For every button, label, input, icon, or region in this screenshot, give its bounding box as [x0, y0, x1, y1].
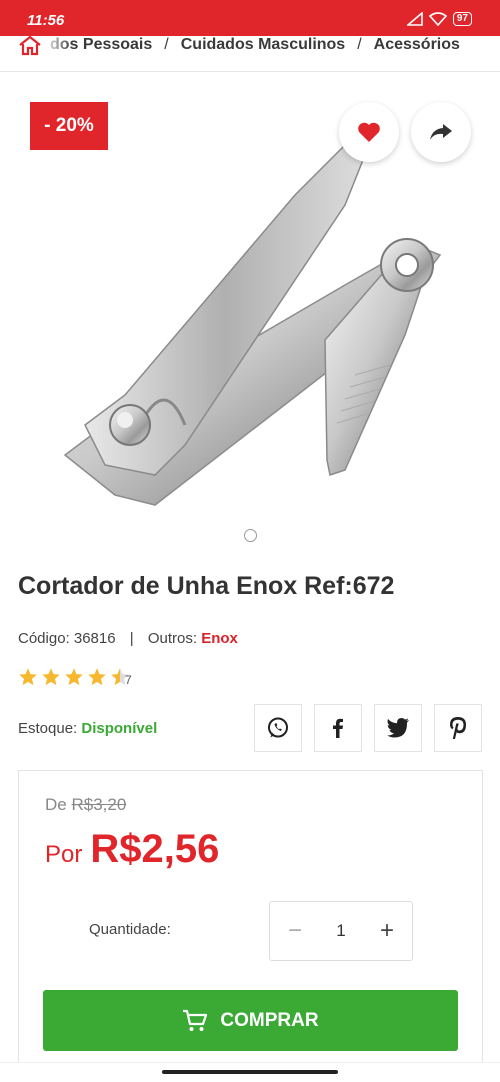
product-meta: Código: 36816 | Outros: Enox [18, 630, 238, 647]
signal-icon [406, 12, 423, 26]
buy-button[interactable]: COMPRAR [43, 990, 458, 1051]
share-twitter-button[interactable] [374, 704, 422, 752]
quantity-decrease-button[interactable]: − [284, 917, 306, 945]
stock-label: Estoque: [18, 720, 78, 737]
old-price-prefix: De [45, 795, 67, 814]
star-icon [19, 668, 37, 686]
share-icon [430, 124, 452, 140]
status-bar: 11:56 97 [0, 0, 500, 36]
battery-indicator: 97 [452, 12, 472, 26]
breadcrumb: dos Pessoais / Cuidados Masculinos / Ace… [0, 36, 500, 72]
others-label: Outros: [147, 630, 198, 647]
purchase-box: De R$3,20 Por R$2,56 Quantidade: − 1 + C… [18, 770, 483, 1082]
current-price-value: R$2,56 [90, 827, 220, 871]
whatsapp-icon [268, 717, 288, 738]
breadcrumb-item[interactable]: Acessórios [374, 36, 460, 54]
heart-icon [358, 122, 380, 142]
star-icon [42, 668, 60, 686]
product-title: Cortador de Unha Enox Ref:672 [18, 572, 395, 600]
current-price: Por R$2,56 [45, 827, 219, 872]
rating-stars[interactable]: 7 [18, 667, 132, 687]
home-gesture-handle[interactable] [162, 1070, 338, 1074]
breadcrumb-trail: dos Pessoais / Cuidados Masculinos / Ace… [50, 36, 460, 54]
breadcrumb-item[interactable]: Cuidados Masculinos [181, 36, 345, 54]
share-pinterest-button[interactable] [434, 704, 482, 752]
breadcrumb-separator: / [357, 36, 362, 53]
meta-divider: | [129, 630, 134, 647]
buy-button-label: COMPRAR [220, 1009, 319, 1031]
stock-info: Estoque: Disponível [18, 720, 157, 737]
status-icons: 97 [406, 12, 472, 26]
product-image [63, 143, 442, 506]
quantity-value[interactable]: 1 [336, 921, 345, 941]
breadcrumb-separator: / [164, 36, 169, 53]
stock-status: Disponível [81, 720, 158, 737]
wifi-icon [428, 12, 447, 26]
twitter-icon [387, 718, 409, 738]
star-icon [88, 668, 106, 686]
share-whatsapp-button[interactable] [254, 704, 302, 752]
share-facebook-button[interactable] [314, 704, 362, 752]
review-count: 7 [125, 673, 132, 687]
product-image-gallery[interactable]: - 20% [0, 80, 500, 550]
brand-link[interactable]: Enox [201, 630, 238, 647]
discount-badge: - 20% [30, 102, 108, 150]
facebook-icon [333, 718, 343, 738]
gallery-dot[interactable] [244, 529, 257, 542]
system-nav-bar [0, 1062, 500, 1082]
cart-icon [183, 1009, 208, 1031]
pinterest-icon [450, 717, 466, 739]
quantity-label: Quantidade: [89, 921, 171, 938]
star-icon [65, 668, 83, 686]
quantity-increase-button[interactable]: + [376, 917, 398, 945]
product-code: 36816 [73, 630, 116, 647]
status-time: 11:56 [27, 12, 65, 29]
share-button[interactable] [411, 102, 471, 162]
old-price-value: R$3,20 [71, 795, 127, 814]
code-label: Código: [18, 630, 70, 647]
quantity-stepper: − 1 + [269, 901, 413, 961]
old-price: De R$3,20 [45, 795, 126, 815]
current-price-prefix: Por [45, 841, 83, 868]
favorite-button[interactable] [339, 102, 399, 162]
home-icon[interactable] [18, 36, 42, 56]
